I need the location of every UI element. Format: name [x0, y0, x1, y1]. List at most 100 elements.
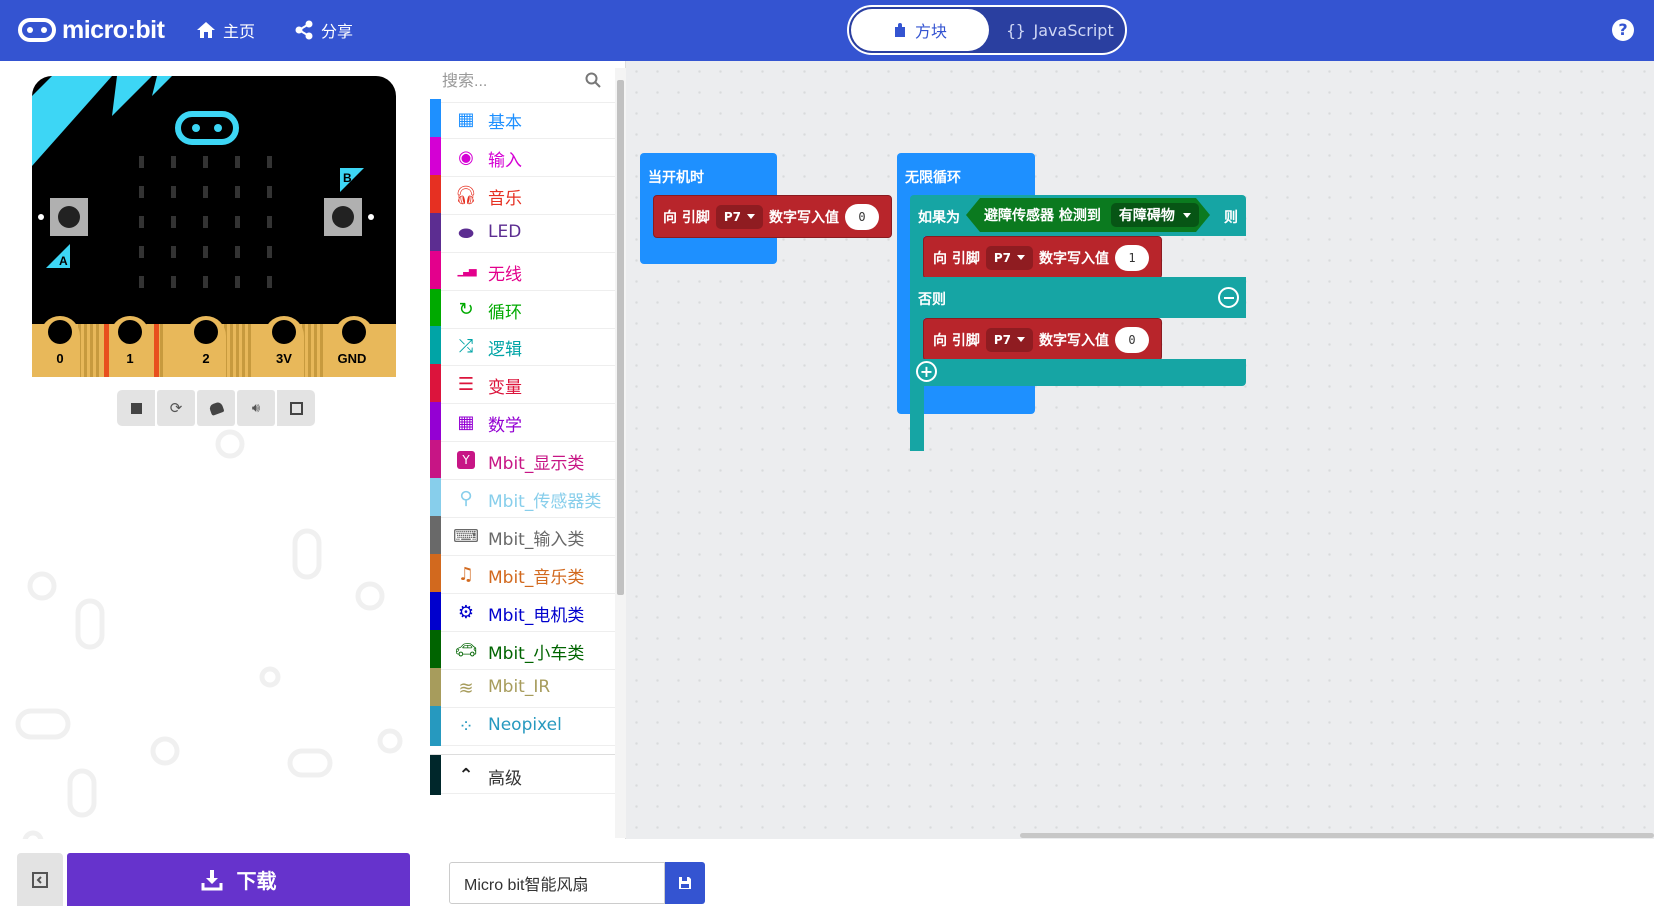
collapse-simulator-button[interactable]: [17, 853, 63, 906]
if-else-block[interactable]: 如果为 避障传感器 检测到 有障碍物 则: [910, 195, 1246, 236]
category-item[interactable]: ⚲ Mbit_传感器类: [430, 478, 615, 518]
help-icon[interactable]: ?: [1612, 19, 1634, 41]
category-item[interactable]: ≋ Mbit_IR: [430, 668, 615, 708]
download-button[interactable]: 下载: [67, 853, 410, 906]
value-input[interactable]: 1: [1115, 244, 1150, 271]
category-item[interactable]: ⌨ Mbit_输入类: [430, 516, 615, 556]
category-label: LED: [488, 222, 522, 242]
pin-0-label: 0: [56, 351, 63, 366]
digital-write-prefix: 向 引脚: [933, 250, 980, 267]
stop-button[interactable]: [117, 390, 155, 426]
car-icon: 🚗︎: [454, 639, 478, 661]
collapse-icon: [32, 871, 48, 888]
shuffle-icon: ⤮: [458, 335, 474, 357]
fullscreen-button[interactable]: [277, 390, 315, 426]
search-input[interactable]: [442, 71, 577, 93]
category-item[interactable]: ☰ 变量: [430, 364, 615, 404]
category-color-bar: [430, 364, 441, 404]
category-label: 循环: [488, 303, 522, 323]
category-color-bar: [430, 137, 441, 177]
category-item[interactable]: ▁▃▅ 无线: [430, 251, 615, 291]
category-color-bar: [430, 175, 441, 215]
category-item[interactable]: ♫ Mbit_音乐类: [430, 554, 615, 594]
category-item[interactable]: ⚙ Mbit_电机类: [430, 592, 615, 632]
pin-2-label: 2: [202, 351, 209, 366]
digital-write-block[interactable]: 向 引脚 P7 数字写入值 0: [653, 195, 892, 238]
value-input[interactable]: 0: [845, 203, 880, 230]
project-name-input[interactable]: [449, 862, 665, 904]
blocks-workspace[interactable]: 当开机时 向 引脚 P7 数字写入值 0 无限循环 如果为 避障传感器 检测到 …: [626, 61, 1654, 839]
search-icon[interactable]: [585, 72, 601, 88]
obstacle-option-dropdown[interactable]: 有障碍物: [1110, 203, 1199, 227]
download-label: 下载: [236, 869, 277, 893]
toolbox-search: [430, 61, 615, 103]
dropdown-caret-icon: [1182, 212, 1191, 218]
if-label: 如果为: [918, 210, 960, 226]
category-color-bar: [430, 554, 441, 594]
stop-icon: [130, 402, 142, 414]
home-button[interactable]: 主页: [196, 18, 255, 42]
value-input[interactable]: 0: [1115, 326, 1150, 353]
debug-icon: [208, 400, 224, 416]
sound-icon: 🔊︎: [251, 400, 261, 416]
category-item[interactable]: ↻ 循环: [430, 289, 615, 329]
restart-button[interactable]: ⟳: [157, 390, 195, 426]
category-color-bar: [430, 516, 441, 556]
signal-icon: ▁▃▅: [457, 265, 476, 277]
target-icon: ◉: [458, 146, 474, 168]
digital-write-action: 数字写入值: [769, 209, 840, 226]
category-color-bar: [430, 706, 441, 746]
category-label: Mbit_小车类: [488, 644, 585, 664]
category-item[interactable]: 🎧︎ 音乐: [430, 175, 615, 215]
save-button[interactable]: [665, 862, 705, 904]
mute-button[interactable]: 🔊︎: [237, 390, 275, 426]
simulator-panel: A B 0 1 2 3V GND ⟳ 🔊︎: [0, 61, 430, 906]
digital-write-block[interactable]: 向 引脚 P7 数字写入值 0: [923, 318, 1162, 361]
workspace-scrollbar[interactable]: [1020, 833, 1654, 838]
digital-write-action: 数字写入值: [1039, 332, 1110, 349]
category-item[interactable]: Y Mbit_显示类: [430, 440, 615, 480]
pin-dropdown[interactable]: P7: [715, 204, 764, 229]
category-item[interactable]: ◉ 输入: [430, 137, 615, 177]
microbit-logo[interactable]: micro:bit: [18, 14, 165, 46]
category-item[interactable]: ⁘ Neopixel: [430, 706, 615, 746]
share-label: 分享: [321, 22, 354, 41]
obstacle-sensor-block[interactable]: 避障传感器 检测到 有障碍物: [966, 198, 1210, 232]
add-else-if-icon[interactable]: +: [916, 361, 937, 382]
share-icon: [295, 20, 313, 40]
category-item[interactable]: ▦ 基本: [430, 99, 615, 139]
category-color-bar: [430, 630, 441, 670]
else-label: 否则: [918, 292, 946, 308]
home-icon: [197, 22, 215, 38]
pin-1-label: 1: [126, 351, 133, 366]
pin-dropdown[interactable]: P7: [985, 245, 1034, 270]
javascript-mode-button[interactable]: {} JavaScript: [999, 9, 1121, 51]
toolbox-scrollbar[interactable]: [615, 68, 626, 838]
top-menu-bar: micro:bit 主页 分享 方块 {} JavaScript ?: [0, 0, 1654, 61]
logo-text: micro:bit: [62, 15, 165, 44]
else-section: 否则: [910, 277, 1246, 318]
debug-button[interactable]: [197, 390, 235, 426]
category-item[interactable]: ⬬ LED: [430, 213, 615, 253]
toolbox-scroll-thumb[interactable]: [617, 80, 624, 595]
toolbox: ▦ 基本 ◉ 输入 🎧︎ 音乐 ⬬ LED ▁▃▅ 无线 ↻ 循环 ⤮ 逻辑 ☰ 变量 ▦ 数学 Y Mbit_显示类…: [430, 61, 626, 839]
share-button[interactable]: 分享: [294, 18, 353, 42]
category-item[interactable]: ▦ 数学: [430, 402, 615, 442]
digital-write-block[interactable]: 向 引脚 P7 数字写入值 1: [923, 236, 1162, 279]
remove-else-icon[interactable]: [1218, 287, 1239, 308]
y-icon: Y: [457, 451, 475, 469]
if-block-footer: +: [910, 359, 1246, 386]
list-icon: ☰: [457, 373, 475, 395]
pin-dropdown[interactable]: P7: [985, 327, 1034, 352]
category-label: 高级: [488, 769, 522, 789]
blocks-mode-button[interactable]: 方块: [851, 9, 989, 51]
pin-3v-label: 3V: [276, 351, 292, 366]
category-label: Neopixel: [488, 715, 562, 735]
digital-write-action: 数字写入值: [1039, 250, 1110, 267]
microbit-board[interactable]: A B 0 1 2 3V GND: [32, 76, 396, 377]
category-color-bar: [430, 99, 441, 139]
category-item[interactable]: 🚗︎ Mbit_小车类: [430, 630, 615, 670]
if-body-spine: [910, 236, 924, 451]
category-advanced[interactable]: ⌃ 高级: [430, 754, 615, 795]
category-item[interactable]: ⤮ 逻辑: [430, 326, 615, 366]
